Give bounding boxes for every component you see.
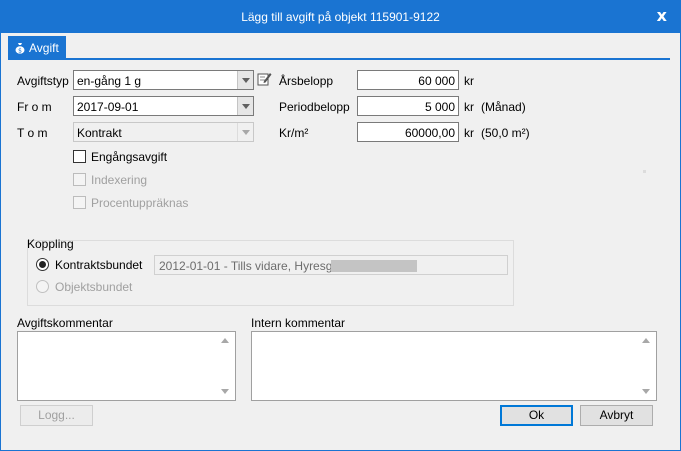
edit-icon[interactable] — [257, 71, 272, 86]
avgiftskommentar-scrollbar[interactable] — [218, 332, 235, 400]
procent-label: Procentuppräknas — [91, 196, 189, 210]
krm2-input[interactable]: 60000,00 — [357, 122, 459, 142]
period-suffix: (Månad) — [481, 100, 526, 114]
engangs-label: Engångsavgift — [91, 150, 168, 164]
from-date-picker[interactable]: 2017-09-01 — [73, 96, 254, 116]
scroll-up-icon[interactable] — [221, 338, 229, 343]
period-label: Periodbelopp — [279, 100, 350, 114]
krm2-suffix: (50,0 m²) — [481, 126, 530, 140]
tab-avgift[interactable]: $ Avgift — [8, 36, 66, 59]
period-input[interactable]: 5 000 — [357, 96, 459, 116]
dialog-body: $ Avgift Avgiftstyp en-gång 1 g Fr o m 2… — [0, 33, 681, 451]
indexering-checkbox[interactable] — [73, 173, 86, 186]
ok-button[interactable]: Ok — [500, 405, 573, 426]
krm2-label: Kr/m² — [279, 126, 309, 140]
procent-checkbox[interactable] — [73, 196, 86, 209]
period-value: 5 000 — [424, 100, 455, 114]
kontrakt-info-text: 2012-01-01 - Tills vidare, Hyresgäst: — [159, 259, 352, 273]
arsbelopp-value: 60 000 — [418, 74, 455, 88]
chevron-down-icon[interactable] — [237, 97, 253, 115]
tom-value: Kontrakt — [77, 126, 122, 140]
krm2-unit: kr — [464, 126, 474, 140]
kontraktsbundet-label: Kontraktsbundet — [55, 258, 143, 272]
scroll-down-icon[interactable] — [642, 389, 650, 394]
indexering-label: Indexering — [91, 173, 148, 187]
svg-text:$: $ — [18, 47, 22, 54]
money-bag-icon: $ — [15, 42, 25, 54]
intern-kommentar-scrollbar[interactable] — [639, 332, 656, 400]
avgiftskommentar-textarea[interactable] — [17, 331, 236, 401]
title-bar: Lägg till avgift på objekt 115901-9122 x — [0, 0, 681, 33]
kontraktsbundet-radio[interactable] — [36, 258, 49, 271]
tab-underline — [8, 58, 670, 60]
avgiftstyp-select[interactable]: en-gång 1 g — [73, 70, 254, 90]
tom-select[interactable]: Kontrakt — [73, 122, 254, 142]
arsbelopp-label: Årsbelopp — [279, 74, 334, 88]
window-title: Lägg till avgift på objekt 115901-9122 — [241, 10, 440, 24]
from-label: Fr o m — [17, 100, 52, 114]
krm2-value: 60000,00 — [404, 126, 455, 140]
intern-kommentar-label: Intern kommentar — [251, 316, 346, 330]
avgiftskommentar-label: Avgiftskommentar — [17, 316, 113, 330]
tab-avgift-label: Avgift — [29, 40, 59, 55]
from-value: 2017-09-01 — [77, 100, 139, 114]
chevron-down-icon[interactable] — [237, 71, 253, 89]
objektsbundet-label: Objektsbundet — [55, 280, 133, 294]
arsbelopp-input[interactable]: 60 000 — [357, 70, 459, 90]
close-button[interactable]: x — [657, 7, 667, 25]
avgiftstyp-value: en-gång 1 g — [77, 74, 142, 88]
decorative-dot — [643, 170, 646, 173]
cancel-button[interactable]: Avbryt — [580, 405, 653, 426]
scroll-down-icon[interactable] — [221, 389, 229, 394]
scroll-up-icon[interactable] — [642, 338, 650, 343]
period-unit: kr — [464, 100, 474, 114]
tab-strip: $ Avgift — [1, 33, 680, 59]
arsbelopp-unit: kr — [464, 74, 474, 88]
objektsbundet-radio[interactable] — [36, 280, 49, 293]
kontrakt-info-field: 2012-01-01 - Tills vidare, Hyresgäst: — [154, 255, 508, 275]
koppling-title: Koppling — [27, 237, 74, 251]
tom-label: T o m — [17, 126, 48, 140]
engangs-checkbox[interactable] — [73, 150, 86, 163]
intern-kommentar-textarea[interactable] — [251, 331, 657, 401]
redacted-tenant — [331, 260, 417, 272]
chevron-down-icon[interactable] — [237, 123, 253, 141]
log-button[interactable]: Logg... — [20, 405, 93, 426]
avgiftstyp-label: Avgiftstyp — [17, 74, 69, 88]
